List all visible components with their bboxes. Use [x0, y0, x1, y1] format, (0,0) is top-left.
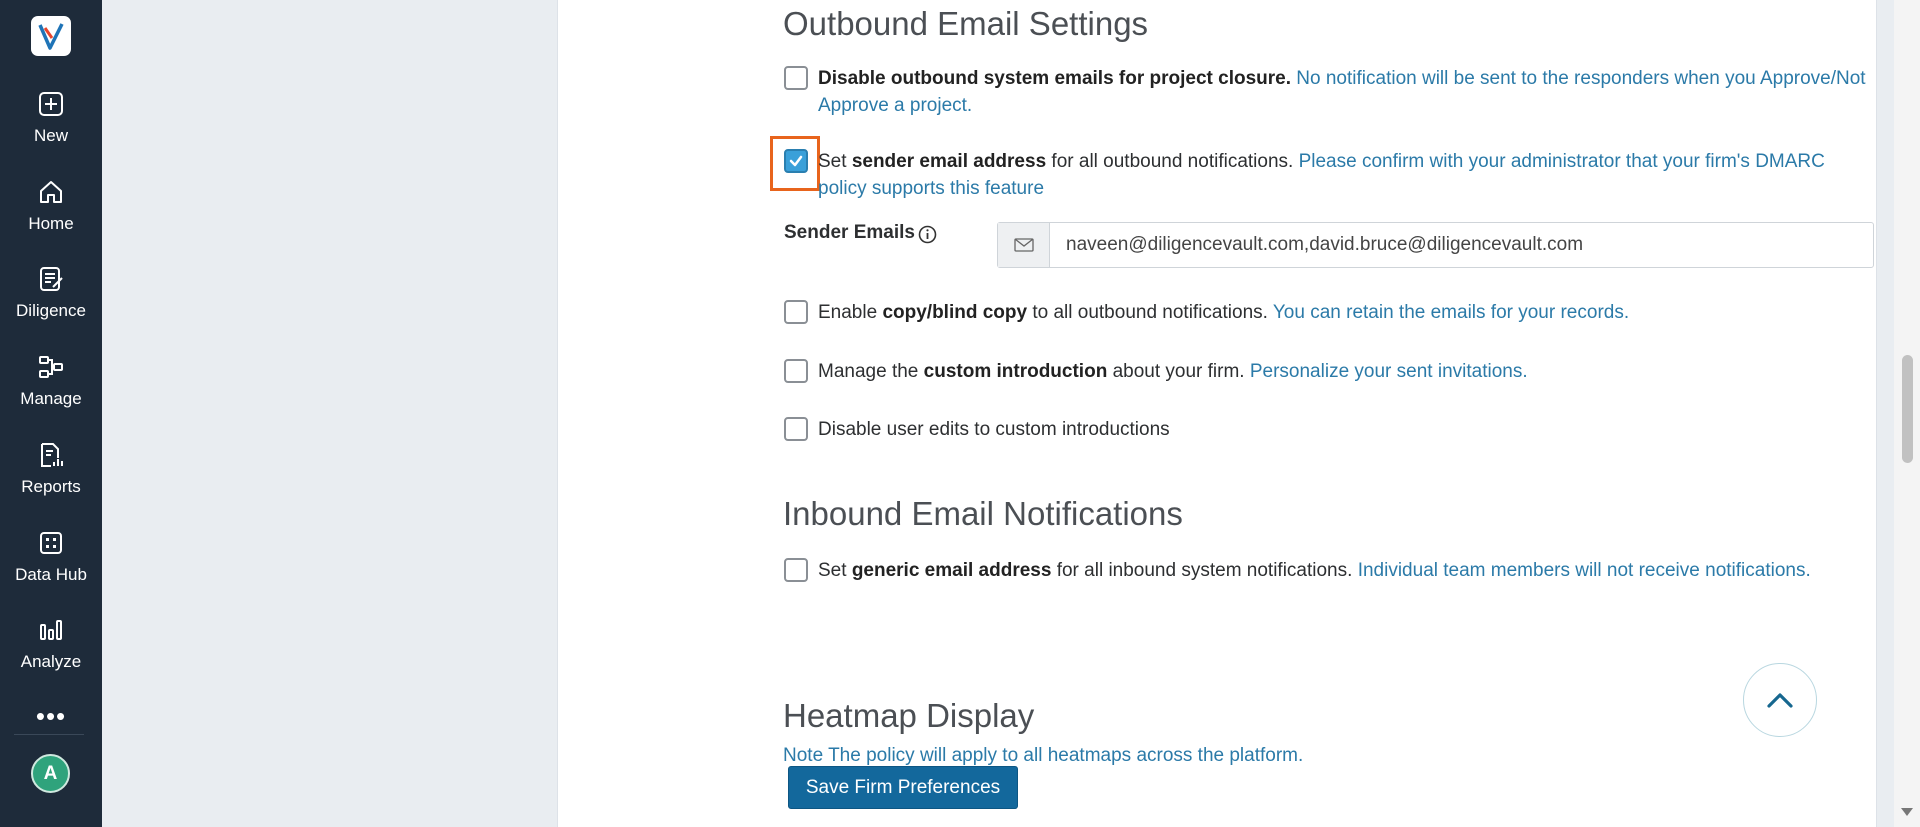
scroll-down-arrow-icon[interactable] — [1901, 808, 1913, 816]
inbound-section-title: Inbound Email Notifications — [783, 495, 1183, 532]
sender-emails-field — [997, 222, 1874, 268]
custom-introduction-label: Manage the custom introduction about you… — [818, 358, 1878, 385]
nav-manage-label: Manage — [20, 389, 82, 408]
custom-introduction-checkbox[interactable] — [784, 359, 808, 383]
sender-emails-label: Sender Emails — [784, 222, 915, 243]
outbound-section-title: Outbound Email Settings — [783, 5, 1149, 42]
disable-closure-emails-label: Disable outbound system emails for proje… — [818, 65, 1878, 119]
scroll-to-top-button[interactable] — [1743, 663, 1817, 737]
data-hub-icon — [40, 532, 62, 554]
nav-data-hub-label: Data Hub — [15, 565, 87, 584]
nav-home[interactable]: Home — [0, 179, 102, 259]
scrollbar-thumb[interactable] — [1902, 355, 1913, 463]
app-logo-icon[interactable] — [31, 16, 71, 56]
option-bold-text: custom introduction — [923, 361, 1108, 382]
analyze-icon — [40, 620, 62, 640]
generic-email-label: Set generic email address for all inboun… — [818, 557, 1878, 584]
sidebar-divider — [14, 734, 84, 735]
disable-intro-edits-checkbox[interactable] — [784, 417, 808, 441]
option-bold-text: Disable outbound system emails for proje… — [818, 68, 1292, 89]
settings-panel — [557, 0, 1877, 827]
nav-new-label: New — [33, 126, 68, 145]
option-pre-text: Set — [818, 560, 852, 581]
nav-home-label: Home — [28, 214, 74, 233]
option-bold-text: generic email address — [851, 560, 1052, 581]
reports-icon — [41, 443, 63, 467]
sidebar: New Home Diligence Manage Reports Data H… — [0, 0, 102, 827]
user-avatar[interactable]: A — [31, 754, 70, 793]
nav-manage[interactable]: Manage — [0, 354, 102, 434]
more-options-icon[interactable]: ••• — [0, 703, 102, 729]
option-bold-text: sender email address — [851, 151, 1047, 172]
option-note: Individual team members will not receive… — [1357, 560, 1811, 581]
option-pre-text: Enable — [818, 302, 883, 323]
sender-email-label: Set sender email address for all outboun… — [818, 148, 1878, 202]
sender-email-checkbox[interactable] — [784, 149, 808, 173]
copy-blind-copy-checkbox[interactable] — [784, 300, 808, 324]
option-pre-text: Set — [818, 151, 852, 172]
disable-closure-emails-checkbox[interactable] — [784, 66, 808, 90]
manage-icon — [39, 356, 63, 378]
option-pre-text: Disable user edits to custom introductio… — [818, 419, 1170, 440]
home-icon — [40, 181, 62, 203]
option-note: You can retain the emails for your recor… — [1272, 302, 1630, 323]
nav-diligence-label: Diligence — [16, 301, 86, 320]
envelope-icon — [998, 223, 1050, 267]
save-firm-preferences-button[interactable]: Save Firm Preferences — [788, 766, 1018, 809]
nav-data-hub[interactable]: Data Hub — [0, 530, 102, 610]
plus-square-icon — [39, 92, 63, 116]
option-post-text: for all outbound notifications. — [1046, 151, 1294, 172]
diligence-icon — [40, 267, 63, 291]
info-icon[interactable] — [918, 225, 937, 244]
option-pre-text: Manage the — [818, 361, 924, 382]
nav-diligence[interactable]: Diligence — [0, 266, 102, 346]
nav-reports[interactable]: Reports — [0, 442, 102, 522]
option-bold-text: copy/blind copy — [882, 302, 1028, 323]
nav-reports-label: Reports — [21, 477, 81, 496]
option-post-text: for all inbound system notifications. — [1051, 560, 1353, 581]
generic-email-checkbox[interactable] — [784, 558, 808, 582]
option-note: Personalize your sent invitations. — [1249, 361, 1528, 382]
chevron-up-icon — [1767, 693, 1793, 708]
copy-blind-copy-label: Enable copy/blind copy to all outbound n… — [818, 299, 1878, 326]
nav-analyze[interactable]: Analyze — [0, 617, 102, 697]
nav-new[interactable]: New — [0, 91, 102, 171]
disable-intro-edits-label: Disable user edits to custom introductio… — [818, 416, 1878, 443]
heatmap-section-title: Heatmap Display — [783, 697, 1035, 734]
checkmark-icon — [789, 155, 803, 167]
heatmap-note: Note The policy will apply to all heatma… — [783, 745, 1304, 766]
sender-emails-input[interactable] — [1050, 223, 1873, 267]
nav-analyze-label: Analyze — [20, 652, 82, 671]
option-post-text: about your firm. — [1107, 361, 1245, 382]
option-post-text: to all outbound notifications. — [1027, 302, 1268, 323]
